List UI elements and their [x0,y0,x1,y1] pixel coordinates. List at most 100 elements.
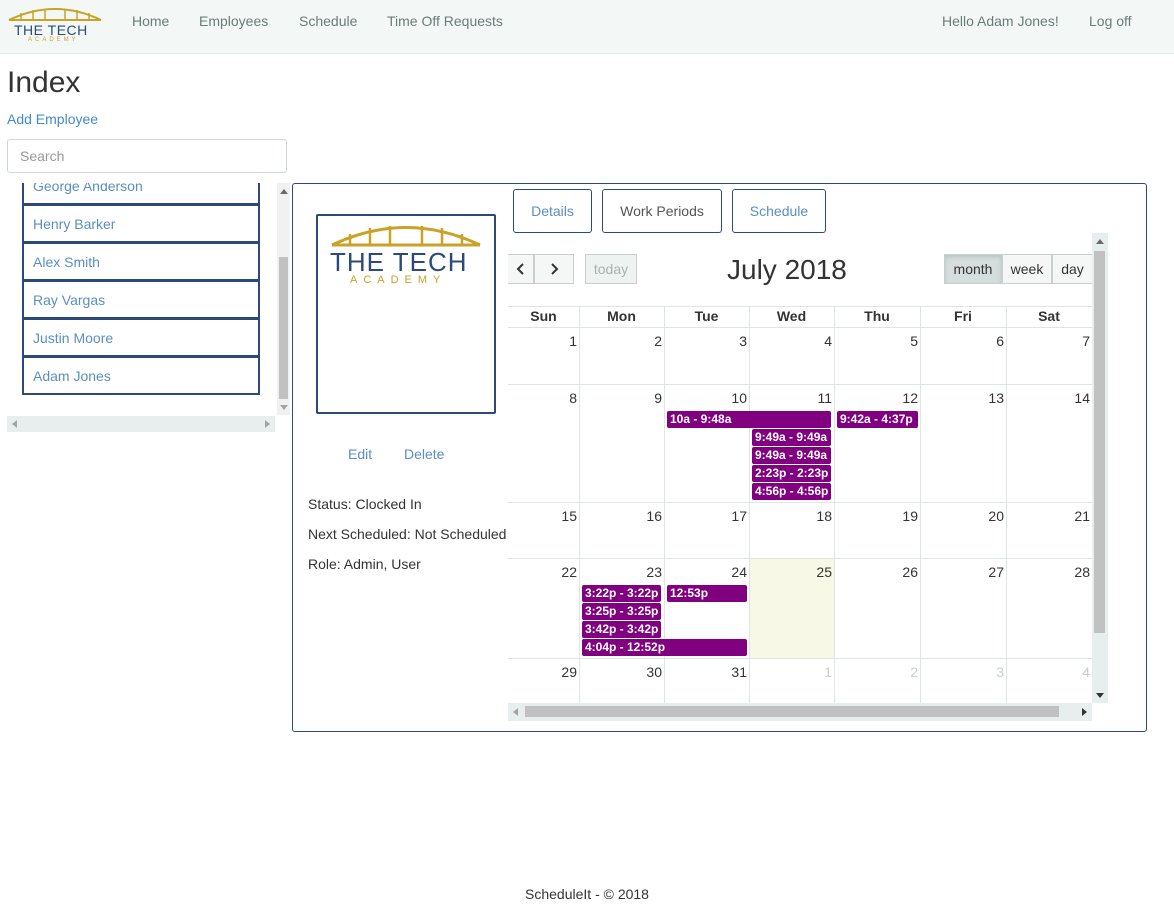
calendar-event[interactable]: 9:42a - 4:37p [837,411,918,428]
brand-line1: THE TECH [14,22,88,38]
calendar-event[interactable]: 9:49a - 9:49a [752,447,831,464]
tab-schedule[interactable]: Schedule [732,189,826,233]
day-cell[interactable]: 23 [582,564,662,580]
nav-schedule[interactable]: Schedule [299,13,357,29]
day-cell[interactable]: 4 [752,333,832,349]
nav-greeting[interactable]: Hello Adam Jones! [942,13,1059,29]
scroll-up-icon[interactable] [280,189,288,194]
day-cell[interactable]: 21 [1010,508,1090,524]
add-employee-link[interactable]: Add Employee [7,111,98,127]
calendar-title: July 2018 [727,254,847,285]
nav-logoff[interactable]: Log off [1089,13,1132,29]
day-cell[interactable]: 6 [924,333,1004,349]
employee-item[interactable]: Henry Barker [22,205,260,243]
month-view-button[interactable]: month [944,254,1002,284]
calendar-event[interactable]: 12:53p [667,585,747,602]
day-cell[interactable]: 5 [838,333,918,349]
day-cell[interactable]: 30 [582,664,662,680]
day-cell[interactable]: 28 [1010,564,1090,580]
calendar-event[interactable]: 9:49a - 9:49a [752,429,831,446]
employee-list-vertical-scrollbar[interactable] [277,183,290,415]
today-button[interactable]: today [585,254,637,284]
calendar-event[interactable]: 3:42p - 3:42p [582,621,661,638]
day-cell[interactable]: 19 [838,508,918,524]
day-cell-other-month[interactable]: 1 [752,664,832,680]
employee-item[interactable]: Justin Moore [22,319,260,357]
employee-item[interactable]: George Anderson [22,183,260,205]
day-cell[interactable]: 31 [667,664,747,680]
employee-item[interactable]: Alex Smith [22,243,260,281]
day-cell[interactable]: 1 [497,333,577,349]
brand-logo[interactable]: THE TECH ACADEMY [7,4,103,46]
day-cell[interactable]: 14 [1010,390,1090,406]
nav-home[interactable]: Home [132,13,169,29]
week-view-button[interactable]: week [1002,254,1052,284]
next-month-button[interactable] [534,254,574,284]
calendar-horizontal-scrollbar[interactable] [508,703,1092,721]
prev-month-button[interactable] [508,254,534,284]
day-cell[interactable]: 26 [838,564,918,580]
day-cell[interactable]: 7 [1010,333,1090,349]
weekday-header: Mon [607,308,636,324]
scroll-thumb[interactable] [525,706,1059,717]
scroll-right-icon[interactable] [1082,708,1087,716]
day-cell[interactable]: 27 [924,564,1004,580]
scroll-down-icon[interactable] [280,405,288,410]
day-cell[interactable]: 11 [752,390,832,406]
employee-item[interactable]: Adam Jones [22,357,260,395]
day-cell[interactable]: 17 [667,508,747,524]
grid-line [1006,306,1007,704]
calendar-event[interactable]: 3:22p - 3:22p [582,585,661,602]
nav-employees[interactable]: Employees [199,13,268,29]
weekday-header: Fri [954,308,972,324]
tab-work-periods[interactable]: Work Periods [602,189,722,233]
grid-line [508,502,1092,503]
scroll-down-icon[interactable] [1096,693,1104,698]
grid-line [749,306,750,704]
calendar-event[interactable]: 3:25p - 3:25p [582,603,661,620]
search-input[interactable] [7,139,287,173]
employee-item[interactable]: Ray Vargas [22,281,260,319]
weekday-header: Thu [864,308,890,324]
delete-link[interactable]: Delete [404,446,444,462]
calendar-vertical-scrollbar[interactable] [1092,233,1108,703]
day-cell[interactable]: 16 [582,508,662,524]
day-cell[interactable]: 22 [497,564,577,580]
day-cell[interactable]: 24 [667,564,747,580]
scroll-left-icon[interactable] [12,420,17,428]
calendar-event[interactable]: 2:23p - 2:23p [752,465,831,482]
day-cell[interactable]: 3 [667,333,747,349]
weekday-header: Wed [776,308,807,324]
day-cell-other-month[interactable]: 2 [838,664,918,680]
day-cell[interactable]: 18 [752,508,832,524]
grid-line [508,558,1092,559]
day-cell[interactable]: 2 [582,333,662,349]
day-cell-today[interactable]: 25 [752,564,832,580]
edit-link[interactable]: Edit [348,446,372,462]
scroll-left-icon[interactable] [513,708,518,716]
day-cell[interactable]: 12 [838,390,918,406]
day-cell[interactable]: 29 [497,664,577,680]
calendar-event[interactable]: 4:56p - 4:56p [752,483,831,500]
scroll-up-icon[interactable] [1096,239,1104,244]
day-cell[interactable]: 20 [924,508,1004,524]
role-text: Role: Admin, User [308,556,421,572]
day-cell[interactable]: 9 [582,390,662,406]
employee-list-horizontal-scrollbar[interactable] [7,416,275,432]
scroll-thumb[interactable] [279,257,288,399]
day-cell-other-month[interactable]: 4 [1010,664,1090,680]
day-view-button[interactable]: day [1052,254,1092,284]
employee-list: George Anderson Henry Barker Alex Smith … [7,183,275,415]
day-cell[interactable]: 15 [497,508,577,524]
day-cell[interactable]: 10 [667,390,747,406]
day-cell[interactable]: 8 [497,390,577,406]
scroll-right-icon[interactable] [265,420,270,428]
tab-details[interactable]: Details [513,189,592,233]
calendar-event[interactable]: 4:04p - 12:52p [582,639,747,656]
scroll-thumb[interactable] [1094,251,1105,633]
day-cell-other-month[interactable]: 3 [924,664,1004,680]
day-cell[interactable]: 13 [924,390,1004,406]
next-scheduled-text: Next Scheduled: Not Scheduled [308,526,507,542]
calendar-event[interactable]: 10a - 9:48a [667,411,831,428]
nav-time-off-requests[interactable]: Time Off Requests [387,13,503,29]
